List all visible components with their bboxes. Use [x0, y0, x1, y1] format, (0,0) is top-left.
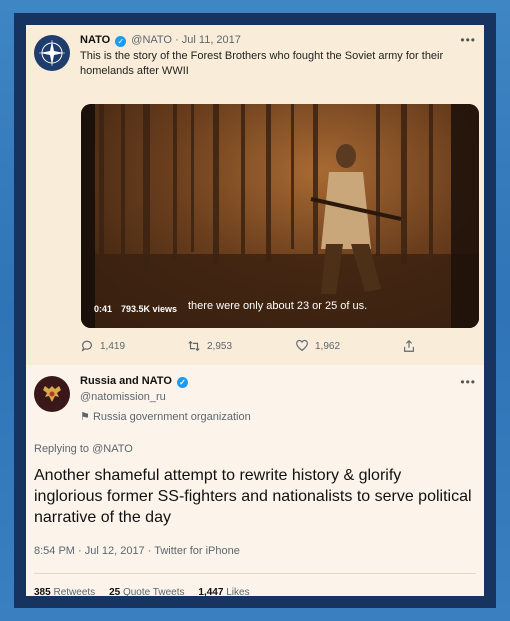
flag-icon: ⚑ — [80, 411, 90, 423]
retweets-label: Retweets — [53, 587, 96, 596]
more-options-icon[interactable]: ••• — [460, 375, 476, 389]
engagement-stats: 385 Retweets 25 Quote Tweets 1,447 Likes — [34, 587, 250, 596]
retweets-stat[interactable]: 385 Retweets — [34, 587, 95, 596]
author-name: Russia and NATO ✓ — [80, 375, 190, 388]
video-caption: there were only about 23 or 25 of us. — [188, 300, 368, 312]
stats-divider — [34, 573, 476, 574]
author-handle[interactable]: @NATO — [131, 34, 172, 46]
tweet2-text: Another shameful attempt to rewrite hist… — [34, 467, 472, 526]
retweet-icon — [188, 340, 200, 352]
verified-badge-icon: ✓ — [115, 36, 127, 47]
author-name[interactable]: NATO — [80, 34, 110, 46]
reply-button[interactable]: 1,419 — [80, 339, 125, 353]
video-views: 793.5K views — [121, 304, 178, 314]
tweet1-header: NATO ✓ @NATO · Jul 11, 2017 — [80, 34, 241, 47]
government-label: ⚑ Russia government organization — [80, 410, 251, 423]
nato-avatar[interactable] — [34, 35, 70, 71]
picture-frame: NATO ✓ @NATO · Jul 11, 2017 ••• This is … — [14, 13, 496, 608]
likes-stat[interactable]: 1,447 Likes — [198, 587, 249, 596]
quotes-stat[interactable]: 25 Quote Tweets — [109, 587, 184, 596]
tweet-card: NATO ✓ @NATO · Jul 11, 2017 ••• This is … — [26, 25, 484, 596]
russia-nato-avatar[interactable] — [34, 376, 70, 412]
government-label-text: Russia government organization — [92, 411, 251, 423]
author-name-text[interactable]: Russia and NATO — [80, 375, 172, 387]
author-handle[interactable]: @natomission_ru — [80, 391, 166, 403]
share-icon — [404, 339, 414, 352]
original-tweet[interactable]: NATO ✓ @NATO · Jul 11, 2017 ••• This is … — [26, 25, 484, 365]
forest-scene-thumbnail — [81, 104, 479, 328]
quotes-label: Quote Tweets — [122, 587, 185, 596]
tweet-timestamp[interactable]: 8:54 PM · Jul 12, 2017 · Twitter for iPh… — [34, 545, 240, 557]
replying-to[interactable]: Replying to @NATO — [34, 443, 133, 455]
video-player[interactable]: 0:41 793.5K views there were only about … — [81, 104, 479, 328]
reply-tweet[interactable]: Russia and NATO ✓ ••• @natomission_ru ⚑ … — [26, 365, 484, 596]
retweet-button[interactable]: 2,953 — [187, 339, 232, 353]
likes-count: 1,447 — [198, 587, 224, 596]
quotes-count: 25 — [109, 587, 121, 596]
reply-icon — [81, 340, 92, 352]
heart-icon — [296, 339, 308, 352]
nato-compass-star-icon — [39, 40, 65, 66]
verified-badge-icon: ✓ — [176, 377, 188, 388]
tweet-date[interactable]: · Jul 11, 2017 — [175, 34, 241, 46]
tweet1-text: This is the story of the Forest Brothers… — [80, 50, 444, 77]
more-options-icon[interactable]: ••• — [460, 33, 476, 47]
tweet1-actions: 1,419 2,953 1,962 — [80, 339, 460, 355]
likes-label: Likes — [226, 587, 250, 596]
retweets-count: 385 — [34, 587, 51, 596]
reply-count: 1,419 — [100, 340, 126, 352]
video-duration: 0:41 — [94, 304, 113, 314]
retweet-count: 2,953 — [207, 340, 233, 352]
like-button[interactable]: 1,962 — [295, 339, 340, 353]
like-count: 1,962 — [315, 340, 341, 352]
share-button[interactable] — [402, 339, 416, 353]
double-headed-eagle-icon — [43, 386, 61, 402]
